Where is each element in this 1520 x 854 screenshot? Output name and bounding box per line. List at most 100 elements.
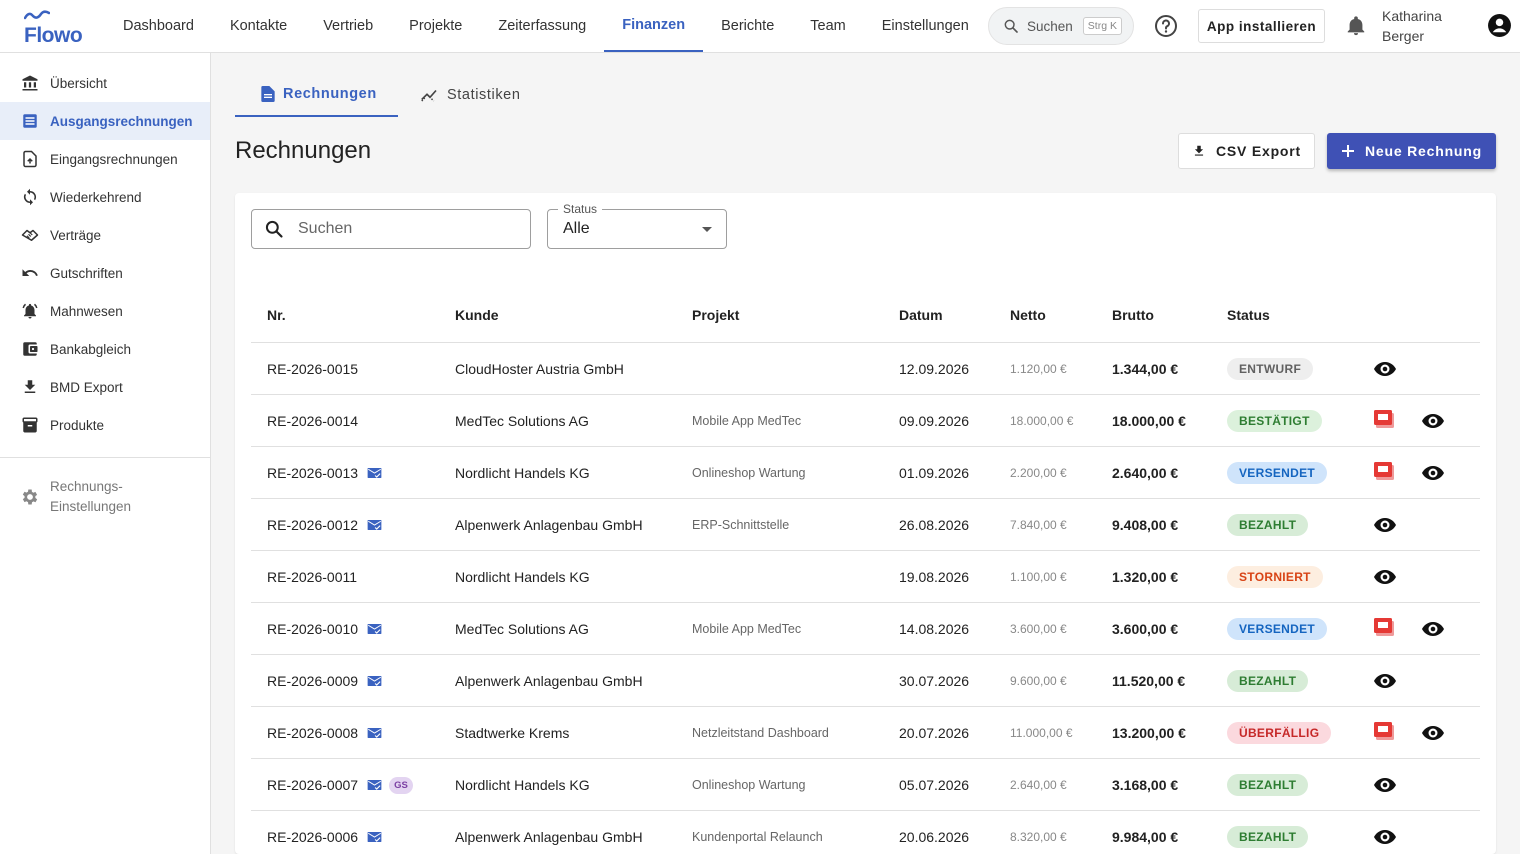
table-row[interactable]: RE-2026-0010 MedTec Solutions AG Mobile Ap… bbox=[251, 603, 1480, 655]
sidebar-item-bankabgleich[interactable]: Bankabgleich bbox=[0, 330, 210, 368]
table-search-input[interactable] bbox=[298, 220, 518, 238]
help-icon[interactable] bbox=[1154, 14, 1178, 43]
invoice-number[interactable]: RE-2026-0012 bbox=[267, 517, 358, 533]
settings-label-line1: Rechnungs- bbox=[50, 479, 123, 494]
column-header-brutto[interactable]: Brutto bbox=[1112, 307, 1154, 323]
column-header-kunde[interactable]: Kunde bbox=[455, 307, 499, 323]
nav-einstellungen[interactable]: Einstellungen bbox=[864, 0, 987, 52]
nav-berichte[interactable]: Berichte bbox=[703, 0, 792, 52]
trending-icon bbox=[421, 88, 439, 102]
customer-name: Nordlicht Handels KG bbox=[455, 465, 590, 481]
column-header-datum[interactable]: Datum bbox=[899, 307, 943, 323]
sidebar-item-produkte[interactable]: Produkte bbox=[0, 406, 210, 444]
wallet-icon bbox=[20, 339, 40, 359]
logo[interactable]: Flowo bbox=[22, 10, 83, 47]
net-amount: 3.600,00 € bbox=[1010, 622, 1067, 636]
invoice-number[interactable]: RE-2026-0008 bbox=[267, 725, 358, 741]
sidebar-item-label: Ausgangsrechnungen bbox=[50, 113, 193, 129]
sidebar-item-rechnungs-einstellungen[interactable]: Rechnungs- Einstellungen bbox=[20, 477, 131, 517]
nav-projekte[interactable]: Projekte bbox=[391, 0, 480, 52]
invoice-date: 20.06.2026 bbox=[899, 829, 970, 845]
pdf-icon[interactable] bbox=[1372, 461, 1396, 481]
sidebar-item-wiederkehrend[interactable]: Wiederkehrend bbox=[0, 178, 210, 216]
invoice-number[interactable]: RE-2026-0009 bbox=[267, 673, 358, 689]
view-eye-icon[interactable] bbox=[1421, 461, 1445, 485]
tab-rechnungen[interactable]: Rechnungen bbox=[235, 72, 398, 117]
invoice-number[interactable]: RE-2026-0011 bbox=[267, 569, 357, 585]
pdf-icon[interactable] bbox=[1372, 721, 1396, 741]
mail-sent-icon bbox=[367, 727, 382, 739]
install-app-button[interactable]: App installieren bbox=[1198, 9, 1325, 43]
status-badge: BEZAHLT bbox=[1227, 670, 1309, 692]
column-header-status[interactable]: Status bbox=[1227, 307, 1270, 323]
view-eye-icon[interactable] bbox=[1373, 565, 1397, 589]
invoice-date: 30.07.2026 bbox=[899, 673, 970, 689]
sidebar-item-uebersicht[interactable]: Übersicht bbox=[0, 64, 210, 102]
mail-sent-icon bbox=[367, 779, 382, 791]
nav-vertrieb[interactable]: Vertrieb bbox=[305, 0, 391, 52]
sidebar-item-bmd-export[interactable]: BMD Export bbox=[0, 368, 210, 406]
search-shortcut-hint: Strg K bbox=[1082, 17, 1122, 35]
customer-name: Stadtwerke Krems bbox=[455, 725, 570, 741]
new-invoice-button[interactable]: Neue Rechnung bbox=[1327, 133, 1496, 169]
sidebar-item-label: Eingangsrechnungen bbox=[50, 151, 178, 167]
mail-sent-icon bbox=[367, 519, 382, 531]
sidebar-item-gutschriften[interactable]: Gutschriften bbox=[0, 254, 210, 292]
sidebar-item-label: Verträge bbox=[50, 227, 102, 243]
table-row[interactable]: RE-2026-0007 GS Nordlicht Handels KG Online… bbox=[251, 759, 1480, 811]
column-header-netto[interactable]: Netto bbox=[1010, 307, 1046, 323]
pdf-icon[interactable] bbox=[1372, 617, 1396, 637]
net-amount: 2.200,00 € bbox=[1010, 466, 1067, 480]
csv-export-button[interactable]: CSV Export bbox=[1178, 133, 1315, 169]
gross-amount: 9.408,00 € bbox=[1112, 517, 1179, 533]
nav-dashboard[interactable]: Dashboard bbox=[105, 0, 212, 52]
view-eye-icon[interactable] bbox=[1373, 357, 1397, 381]
view-eye-icon[interactable] bbox=[1421, 617, 1445, 641]
view-eye-icon[interactable] bbox=[1373, 773, 1397, 797]
invoice-number[interactable]: RE-2026-0006 bbox=[267, 829, 358, 845]
table-row[interactable]: RE-2026-0006 Alpenwerk Anlagenbau GmbH Kun… bbox=[251, 811, 1480, 854]
account-icon[interactable] bbox=[1487, 13, 1512, 43]
view-eye-icon[interactable] bbox=[1421, 409, 1445, 433]
invoice-number[interactable]: RE-2026-0007 bbox=[267, 777, 358, 793]
notification-bell-icon[interactable] bbox=[1345, 14, 1367, 43]
invoice-number[interactable]: RE-2026-0013 bbox=[267, 465, 358, 481]
column-header-nr[interactable]: Nr. bbox=[267, 307, 286, 323]
column-header-projekt[interactable]: Projekt bbox=[692, 307, 739, 323]
gross-amount: 3.168,00 € bbox=[1112, 777, 1179, 793]
invoice-number[interactable]: RE-2026-0015 bbox=[267, 361, 358, 377]
table-row[interactable]: RE-2026-0014 MedTec Solutions AG Mobile Ap… bbox=[251, 395, 1480, 447]
table-row[interactable]: RE-2026-0012 Alpenwerk Anlagenbau GmbH ERP… bbox=[251, 499, 1480, 551]
table-row[interactable]: RE-2026-0011 Nordlicht Handels KG 19.08.20… bbox=[251, 551, 1480, 603]
project-name: Onlineshop Wartung bbox=[692, 778, 806, 792]
view-eye-icon[interactable] bbox=[1421, 721, 1445, 745]
customer-name: CloudHoster Austria GmbH bbox=[455, 361, 624, 377]
invoice-number[interactable]: RE-2026-0014 bbox=[267, 413, 358, 429]
table-search-field[interactable] bbox=[251, 209, 531, 249]
table-row[interactable]: RE-2026-0009 Alpenwerk Anlagenbau GmbH 30.… bbox=[251, 655, 1480, 707]
tab-statistiken[interactable]: Statistiken bbox=[421, 72, 521, 117]
gross-amount: 3.600,00 € bbox=[1112, 621, 1179, 637]
view-eye-icon[interactable] bbox=[1373, 513, 1397, 537]
user-name[interactable]: Katharina Berger bbox=[1382, 6, 1472, 46]
customer-name: MedTec Solutions AG bbox=[455, 413, 589, 429]
invoice-number[interactable]: RE-2026-0010 bbox=[267, 621, 358, 637]
global-search-button[interactable]: Suchen Strg K bbox=[988, 7, 1134, 45]
table-row[interactable]: RE-2026-0015 CloudHoster Austria GmbH 12.0… bbox=[251, 343, 1480, 395]
view-eye-icon[interactable] bbox=[1373, 669, 1397, 693]
invoice-date: 20.07.2026 bbox=[899, 725, 970, 741]
table-row[interactable]: RE-2026-0013 Nordlicht Handels KG Onlinesh… bbox=[251, 447, 1480, 499]
view-eye-icon[interactable] bbox=[1373, 825, 1397, 849]
sidebar-item-mahnwesen[interactable]: Mahnwesen bbox=[0, 292, 210, 330]
nav-zeiterfassung[interactable]: Zeiterfassung bbox=[480, 0, 604, 52]
nav-team[interactable]: Team bbox=[792, 0, 863, 52]
table-row[interactable]: RE-2026-0008 Stadtwerke Krems Netzleitstan… bbox=[251, 707, 1480, 759]
sidebar-item-vertraege[interactable]: Verträge bbox=[0, 216, 210, 254]
nav-kontakte[interactable]: Kontakte bbox=[212, 0, 305, 52]
net-amount: 8.320,00 € bbox=[1010, 830, 1067, 844]
nav-finanzen[interactable]: Finanzen bbox=[604, 0, 704, 52]
sidebar-item-ausgangsrechnungen[interactable]: Ausgangsrechnungen bbox=[0, 102, 210, 140]
pdf-icon[interactable] bbox=[1372, 409, 1396, 429]
sidebar-item-eingangsrechnungen[interactable]: Eingangsrechnungen bbox=[0, 140, 210, 178]
status-filter-select[interactable]: Status Alle bbox=[547, 202, 727, 249]
